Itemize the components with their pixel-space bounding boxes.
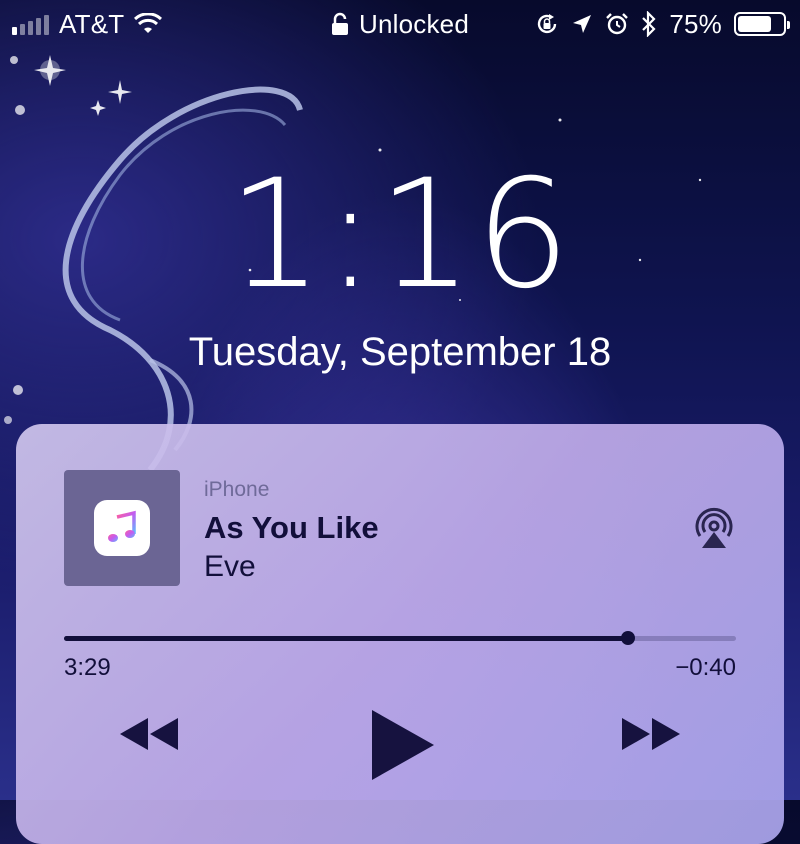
- wifi-icon: [134, 13, 163, 33]
- track-artist: Eve: [204, 550, 256, 583]
- signal-strength-icon: [12, 13, 49, 35]
- bluetooth-icon: [642, 11, 656, 37]
- play-icon[interactable]: [368, 708, 438, 782]
- battery-fill: [738, 16, 771, 32]
- status-bar-left: AT&T: [0, 8, 163, 40]
- status-bar: AT&T Unlocked 75%: [0, 0, 800, 48]
- status-bar-right: 75%: [535, 9, 800, 40]
- track-title: As You Like: [204, 510, 379, 545]
- album-artwork[interactable]: [64, 470, 180, 586]
- remaining-time: −0:40: [675, 654, 736, 681]
- battery-icon: [734, 12, 790, 36]
- elapsed-time: 3:29: [64, 654, 111, 681]
- battery-percent: 75%: [669, 8, 722, 39]
- carrier-label: AT&T: [59, 8, 125, 39]
- fast-forward-icon[interactable]: [618, 712, 684, 756]
- scrubber-handle[interactable]: [621, 631, 636, 645]
- playback-device-label: iPhone: [204, 478, 270, 501]
- rewind-icon[interactable]: [116, 712, 182, 756]
- lockscreen-date: Tuesday, September 18: [188, 330, 612, 374]
- alarm-icon: [606, 13, 629, 35]
- lock-status-label: Unlocked: [359, 8, 469, 39]
- scrubber-progress: [64, 636, 629, 641]
- apple-music-icon: [94, 500, 150, 556]
- padlock-icon: [332, 12, 348, 35]
- rotation-lock-icon: [538, 14, 557, 34]
- airplay-icon[interactable]: [692, 506, 736, 550]
- playback-scrubber[interactable]: [64, 631, 736, 645]
- now-playing-widget[interactable]: iPhone As You Like Eve 3:29 −0:40: [16, 424, 784, 844]
- location-arrow-icon: [573, 15, 592, 33]
- lockscreen-time: 1:16: [227, 148, 573, 322]
- status-bar-center: Unlocked: [331, 9, 469, 40]
